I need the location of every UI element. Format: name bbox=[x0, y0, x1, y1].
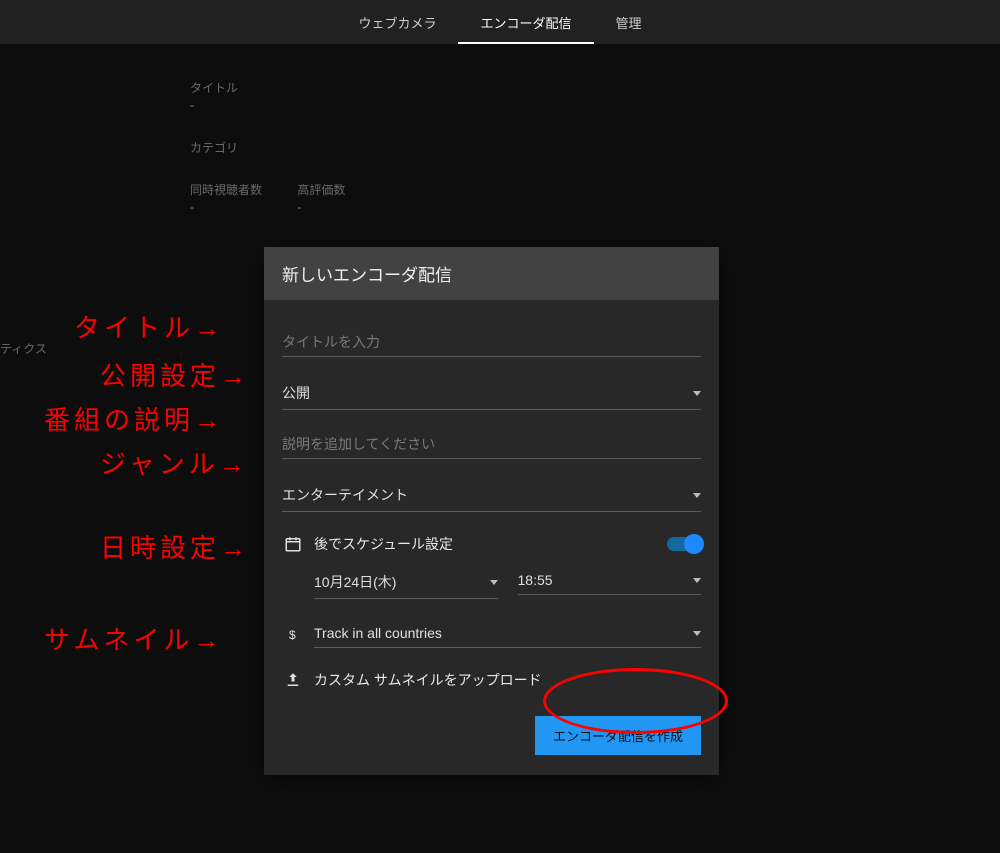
anno-description: 番組の説明→ bbox=[44, 400, 224, 437]
bg-title-value: - bbox=[190, 97, 377, 114]
thumbnail-row[interactable]: カスタム サムネイルをアップロード bbox=[282, 670, 701, 690]
dollar-icon: $ bbox=[282, 626, 304, 644]
schedule-label: 後でスケジュール設定 bbox=[314, 534, 667, 554]
schedule-row: 後でスケジュール設定 bbox=[282, 534, 701, 554]
genre-field: エンターテイメント bbox=[282, 481, 701, 512]
date-value: 10月24日(木) bbox=[314, 572, 396, 592]
schedule-datetime-row: 10月24日(木) 18:55 bbox=[314, 568, 701, 599]
anno-datetime: 日時設定→ bbox=[100, 528, 250, 565]
tab-encoder[interactable]: エンコーダ配信 bbox=[458, 0, 593, 44]
monetization-value: Track in all countries bbox=[314, 625, 442, 641]
dropdown-caret-icon bbox=[693, 493, 701, 498]
description-input[interactable] bbox=[282, 432, 701, 459]
create-stream-button[interactable]: エンコーダ配信を作成 bbox=[535, 716, 701, 755]
time-select[interactable]: 18:55 bbox=[518, 568, 702, 595]
dropdown-caret-icon bbox=[693, 631, 701, 636]
dropdown-caret-icon bbox=[693, 578, 701, 583]
description-field bbox=[282, 432, 701, 459]
anno-title: タイトル→ bbox=[74, 308, 224, 345]
dropdown-caret-icon bbox=[490, 580, 498, 585]
anno-thumbnail: サムネイル→ bbox=[44, 620, 223, 657]
bg-title-label: タイトル bbox=[190, 80, 377, 97]
tab-webcam[interactable]: ウェブカメラ bbox=[336, 0, 458, 44]
bg-likes-value: - bbox=[297, 199, 345, 216]
genre-value: エンターテイメント bbox=[282, 485, 408, 505]
visibility-field: 公開 bbox=[282, 379, 701, 410]
bg-category-label: カテゴリ bbox=[190, 140, 377, 157]
visibility-select[interactable]: 公開 bbox=[282, 379, 701, 410]
svg-text:$: $ bbox=[289, 628, 296, 642]
dialog-title: 新しいエンコーダ配信 bbox=[264, 247, 719, 300]
title-field bbox=[282, 330, 701, 357]
tab-manage[interactable]: 管理 bbox=[594, 0, 664, 44]
calendar-icon bbox=[282, 535, 304, 553]
visibility-value: 公開 bbox=[282, 383, 310, 403]
title-input[interactable] bbox=[282, 330, 701, 357]
new-encoder-stream-dialog: 新しいエンコーダ配信 公開 エンターテイメント bbox=[264, 247, 719, 775]
bg-viewers-label: 同時視聴者数 bbox=[190, 182, 262, 199]
bg-likes-label: 高評価数 bbox=[297, 182, 345, 199]
anno-visibility: 公開設定→ bbox=[100, 356, 250, 393]
upload-icon bbox=[282, 671, 304, 689]
background-stream-info: タイトル - カテゴリ 同時視聴者数 - 高評価数 - bbox=[190, 80, 377, 242]
monetization-select[interactable]: Track in all countries bbox=[314, 621, 701, 648]
monetization-row: $ Track in all countries bbox=[282, 621, 701, 648]
dropdown-caret-icon bbox=[693, 391, 701, 396]
genre-select[interactable]: エンターテイメント bbox=[282, 481, 701, 512]
top-tabs: ウェブカメラ エンコーダ配信 管理 bbox=[0, 0, 1000, 44]
anno-genre: ジャンル→ bbox=[100, 444, 249, 481]
bg-viewers-value: - bbox=[190, 199, 262, 216]
time-value: 18:55 bbox=[518, 572, 553, 588]
schedule-toggle[interactable] bbox=[667, 537, 701, 551]
sidebar-fragment: ティクス bbox=[0, 340, 47, 357]
date-select[interactable]: 10月24日(木) bbox=[314, 568, 498, 599]
thumbnail-label: カスタム サムネイルをアップロード bbox=[314, 670, 701, 690]
